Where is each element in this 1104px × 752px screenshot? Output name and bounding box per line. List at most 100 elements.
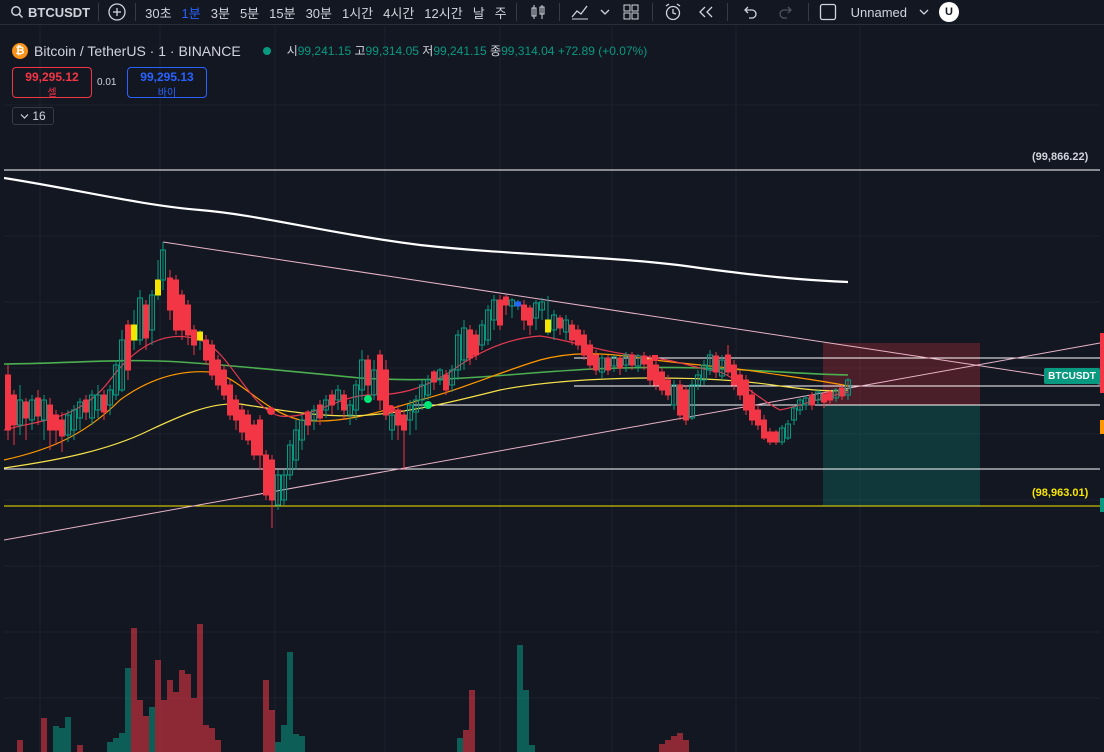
- volume-bar: [293, 734, 299, 752]
- volume-bar: [191, 698, 197, 752]
- layout-menu-chevron[interactable]: [913, 0, 935, 25]
- interval-1[interactable]: 1분: [177, 0, 206, 25]
- price-chart[interactable]: [4, 26, 1104, 752]
- close-value: 99,314.04: [501, 44, 555, 58]
- interval-8[interactable]: 12시간: [419, 0, 467, 25]
- avatar: U: [939, 2, 959, 22]
- candle-body: [173, 279, 179, 331]
- candle-body: [557, 317, 563, 329]
- volume-bar: [173, 692, 179, 752]
- candle-body: [755, 409, 761, 426]
- volume-bar: [59, 728, 65, 752]
- volume-bar: [149, 707, 155, 752]
- interval-9[interactable]: 날: [468, 0, 490, 25]
- divider: [135, 3, 137, 21]
- sell-button[interactable]: 99,295.12 셀: [12, 67, 92, 99]
- candle-body: [821, 393, 827, 403]
- candle-body: [521, 304, 527, 321]
- buy-price: 99,295.13: [140, 70, 194, 84]
- interval-3[interactable]: 5분: [235, 0, 264, 25]
- ohlc-values: 시99,241.15 고99,314.05 저99,241.15 종99,314…: [287, 42, 648, 59]
- candle-body: [245, 414, 251, 441]
- interval-7[interactable]: 4시간: [378, 0, 419, 25]
- redo-button[interactable]: [768, 0, 804, 25]
- candle-body: [263, 454, 269, 496]
- volume-bar: [137, 700, 143, 752]
- candle-body: [5, 374, 11, 431]
- symbol-search[interactable]: BTCUSDT: [0, 0, 94, 25]
- volume-bar: [299, 736, 305, 752]
- layout-name: Unnamed: [850, 4, 907, 20]
- volume-bars: [17, 624, 689, 752]
- candle-body: [47, 404, 53, 431]
- candle-body: [251, 424, 257, 456]
- candle-body: [395, 409, 401, 426]
- alert-button[interactable]: [657, 0, 689, 25]
- volume-bar: [463, 730, 469, 752]
- candle-body: [215, 359, 221, 386]
- candle-body: [101, 394, 107, 413]
- chevron-down-icon[interactable]: [596, 0, 614, 25]
- open-label: 시: [286, 44, 298, 58]
- candle-body: [749, 394, 755, 421]
- candle-body: [329, 394, 335, 406]
- indicators-collapse-button[interactable]: 16: [12, 107, 54, 125]
- volume-bar: [185, 674, 191, 752]
- symbol-price-tag: BTCUSDT: [1044, 368, 1100, 384]
- candle-body: [467, 329, 473, 359]
- volume-bar: [113, 738, 119, 752]
- chevron-down-icon: [919, 9, 929, 15]
- rewind-icon: [698, 6, 713, 18]
- scale-marker-red: [1100, 333, 1104, 393]
- interval-6[interactable]: 1시간: [337, 0, 378, 25]
- volume-bar: [523, 690, 529, 752]
- position-stop-zone[interactable]: [823, 343, 980, 405]
- interval-4[interactable]: 15분: [264, 0, 300, 25]
- candle-body: [629, 354, 635, 366]
- compare-button[interactable]: [103, 0, 131, 25]
- volume-bar: [53, 726, 59, 752]
- undo-icon: [743, 6, 757, 19]
- candle-body: [35, 397, 41, 417]
- interval-2[interactable]: 3분: [206, 0, 235, 25]
- candle-body: [377, 354, 383, 401]
- volume-bar: [179, 670, 185, 752]
- candle-body: [737, 374, 743, 396]
- signal-dot-buy: [424, 401, 432, 409]
- top-toolbar: BTCUSDT 30초 1분 3분 5분 15분 30분 1시간 4시간 12시간 날 주 Unna…: [0, 0, 1104, 25]
- spread-value: 0.01: [97, 77, 117, 88]
- avatar-button[interactable]: U: [935, 0, 963, 25]
- divider: [726, 3, 728, 21]
- divider: [515, 3, 517, 21]
- volume-bar: [677, 733, 683, 752]
- legend-title[interactable]: Bitcoin / TetherUS · 1 · BINANCE: [34, 43, 241, 59]
- volume-bar: [143, 716, 149, 752]
- layout-name-button[interactable]: Unnamed: [813, 0, 913, 25]
- candle-body: [155, 279, 161, 296]
- candle-body: [743, 379, 749, 411]
- candle-body: [683, 389, 689, 421]
- high-label: 고: [354, 44, 366, 58]
- price-label-bottom: (98,963.01): [1032, 487, 1089, 499]
- interval-0[interactable]: 30초: [140, 0, 176, 25]
- interval-10[interactable]: 주: [490, 0, 512, 25]
- interval-5[interactable]: 30분: [301, 0, 337, 25]
- candle-type-button[interactable]: [521, 0, 555, 25]
- candle-body: [677, 384, 683, 416]
- position-target-zone[interactable]: [823, 405, 980, 506]
- buy-button[interactable]: 99,295.13 바이: [127, 67, 207, 99]
- undo-button[interactable]: [732, 0, 768, 25]
- candle-body: [317, 404, 323, 419]
- candle-body: [647, 359, 653, 381]
- indicators-button[interactable]: [564, 0, 596, 25]
- layouts-button[interactable]: [614, 0, 648, 25]
- candle-body: [665, 379, 671, 396]
- volume-bar: [457, 738, 463, 752]
- interval-list: 30초 1분 3분 5분 15분 30분 1시간 4시간 12시간 날 주: [140, 0, 512, 25]
- candle-body: [167, 277, 173, 311]
- divider: [651, 3, 653, 21]
- alarm-clock-icon: [665, 3, 680, 21]
- candle-body: [401, 414, 407, 431]
- candle-body: [545, 319, 551, 333]
- replay-button[interactable]: [689, 0, 723, 25]
